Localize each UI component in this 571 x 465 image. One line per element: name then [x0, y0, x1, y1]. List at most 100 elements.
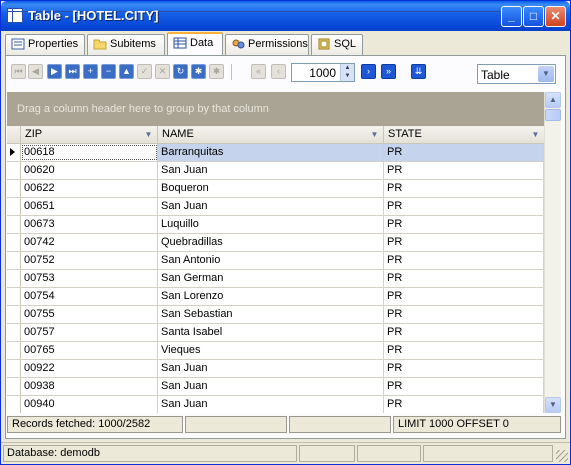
fetch-all-button[interactable]: ⇊: [411, 64, 426, 79]
edit-record-button[interactable]: ▲: [119, 64, 134, 79]
cell-state[interactable]: PR: [384, 378, 544, 395]
table-row[interactable]: 00754 San Lorenzo PR: [7, 288, 544, 306]
cancel-edit-button[interactable]: ✕: [155, 64, 170, 79]
cell-name[interactable]: San Juan: [158, 378, 384, 395]
cell-zip[interactable]: 00754: [21, 288, 158, 305]
tab-subitems[interactable]: Subitems: [87, 34, 165, 55]
delete-record-button[interactable]: −: [101, 64, 116, 79]
first-record-button[interactable]: ⏮: [11, 64, 26, 79]
table-row[interactable]: 00753 San German PR: [7, 270, 544, 288]
cell-zip[interactable]: 00622: [21, 180, 158, 197]
close-button[interactable]: ✕: [545, 6, 566, 27]
filter-dropdown-icon[interactable]: ▼: [369, 129, 380, 140]
cell-state[interactable]: PR: [384, 342, 544, 359]
tab-permissions[interactable]: Permissions: [225, 34, 309, 55]
cell-zip[interactable]: 00620: [21, 162, 158, 179]
cell-state[interactable]: PR: [384, 360, 544, 377]
cell-name[interactable]: San Juan: [158, 198, 384, 215]
refresh-button[interactable]: ↻: [173, 64, 188, 79]
filter-dropdown-icon[interactable]: ▼: [530, 129, 541, 140]
tab-sql[interactable]: SQL: [311, 34, 363, 55]
post-edit-button[interactable]: ✓: [137, 64, 152, 79]
cell-name[interactable]: Boqueron: [158, 180, 384, 197]
first-page-button[interactable]: «: [251, 64, 266, 79]
cell-zip[interactable]: 00673: [21, 216, 158, 233]
column-header-state[interactable]: STATE ▼: [384, 126, 544, 144]
next-record-button[interactable]: ▶: [47, 64, 62, 79]
cell-name[interactable]: Luquillo: [158, 216, 384, 233]
table-row[interactable]: 00620 San Juan PR: [7, 162, 544, 180]
group-by-panel[interactable]: Drag a column header here to group by th…: [7, 92, 544, 126]
previous-page-button[interactable]: ‹: [271, 64, 286, 79]
cell-zip[interactable]: 00940: [21, 396, 158, 413]
cell-name[interactable]: Barranquitas: [158, 144, 384, 161]
data-grid[interactable]: ZIP ▼ NAME ▼ STATE ▼ 00618 Barranquitas PR…: [7, 126, 544, 413]
cell-zip[interactable]: 00752: [21, 252, 158, 269]
table-row[interactable]: 00742 Quebradillas PR: [7, 234, 544, 252]
prior-record-button[interactable]: ◀: [28, 64, 43, 79]
scroll-thumb[interactable]: [545, 109, 561, 121]
cell-state[interactable]: PR: [384, 396, 544, 413]
tab-properties[interactable]: Properties: [5, 34, 85, 55]
cell-state[interactable]: PR: [384, 288, 544, 305]
cell-zip[interactable]: 00938: [21, 378, 158, 395]
cell-name[interactable]: San German: [158, 270, 384, 287]
table-row[interactable]: 00752 San Antonio PR: [7, 252, 544, 270]
view-mode-select[interactable]: Table ▼: [477, 64, 556, 84]
cell-zip[interactable]: 00742: [21, 234, 158, 251]
page-size-spinner[interactable]: 1000 ▲ ▼: [291, 63, 355, 82]
table-row[interactable]: 00922 San Juan PR: [7, 360, 544, 378]
table-row[interactable]: 00940 San Juan PR: [7, 396, 544, 413]
table-row[interactable]: 00765 Vieques PR: [7, 342, 544, 360]
spinner-arrows-icon[interactable]: ▲ ▼: [340, 64, 354, 81]
cell-zip[interactable]: 00757: [21, 324, 158, 341]
table-row[interactable]: 00651 San Juan PR: [7, 198, 544, 216]
cell-name[interactable]: San Juan: [158, 360, 384, 377]
table-row[interactable]: 00757 Santa Isabel PR: [7, 324, 544, 342]
cell-zip[interactable]: 00922: [21, 360, 158, 377]
next-page-button[interactable]: ›: [361, 64, 376, 79]
table-row[interactable]: 00673 Luquillo PR: [7, 216, 544, 234]
cell-state[interactable]: PR: [384, 216, 544, 233]
cell-state[interactable]: PR: [384, 306, 544, 323]
cell-name[interactable]: Santa Isabel: [158, 324, 384, 341]
cell-zip[interactable]: 00651: [21, 198, 158, 215]
last-page-button[interactable]: »: [381, 64, 396, 79]
cell-name[interactable]: Quebradillas: [158, 234, 384, 251]
table-row[interactable]: 00618 Barranquitas PR: [7, 144, 544, 162]
minimize-button[interactable]: _: [501, 6, 522, 27]
cell-name[interactable]: San Antonio: [158, 252, 384, 269]
chevron-down-icon[interactable]: ▼: [538, 66, 554, 82]
cell-zip[interactable]: 00765: [21, 342, 158, 359]
cell-state[interactable]: PR: [384, 180, 544, 197]
cell-state[interactable]: PR: [384, 270, 544, 287]
cell-state[interactable]: PR: [384, 162, 544, 179]
vertical-scrollbar[interactable]: ▲ ▼: [544, 92, 561, 413]
tab-data[interactable]: Data: [167, 32, 223, 55]
column-header-zip[interactable]: ZIP ▼: [21, 126, 158, 144]
resize-grip-icon[interactable]: [556, 450, 568, 462]
cancel-updates-button[interactable]: ✱: [209, 64, 224, 79]
scroll-down-icon[interactable]: ▼: [545, 397, 561, 413]
cell-name[interactable]: San Sebastian: [158, 306, 384, 323]
title-bar[interactable]: Table - [HOTEL.CITY] _ □ ✕: [1, 1, 570, 31]
cell-zip[interactable]: 00755: [21, 306, 158, 323]
cell-state[interactable]: PR: [384, 252, 544, 269]
cell-state[interactable]: PR: [384, 324, 544, 341]
table-row[interactable]: 00938 San Juan PR: [7, 378, 544, 396]
cell-name[interactable]: San Juan: [158, 162, 384, 179]
cell-state[interactable]: PR: [384, 198, 544, 215]
filter-dropdown-icon[interactable]: ▼: [143, 129, 154, 140]
cell-zip[interactable]: 00618: [21, 144, 158, 161]
cell-state[interactable]: PR: [384, 234, 544, 251]
cell-name[interactable]: San Juan: [158, 396, 384, 413]
insert-record-button[interactable]: +: [83, 64, 98, 79]
table-row[interactable]: 00622 Boqueron PR: [7, 180, 544, 198]
cell-state[interactable]: PR: [384, 144, 544, 161]
last-record-button[interactable]: ⏭: [65, 64, 80, 79]
maximize-button[interactable]: □: [523, 6, 544, 27]
apply-updates-button[interactable]: ✱: [191, 64, 206, 79]
cell-name[interactable]: Vieques: [158, 342, 384, 359]
scroll-up-icon[interactable]: ▲: [545, 92, 561, 108]
table-row[interactable]: 00755 San Sebastian PR: [7, 306, 544, 324]
